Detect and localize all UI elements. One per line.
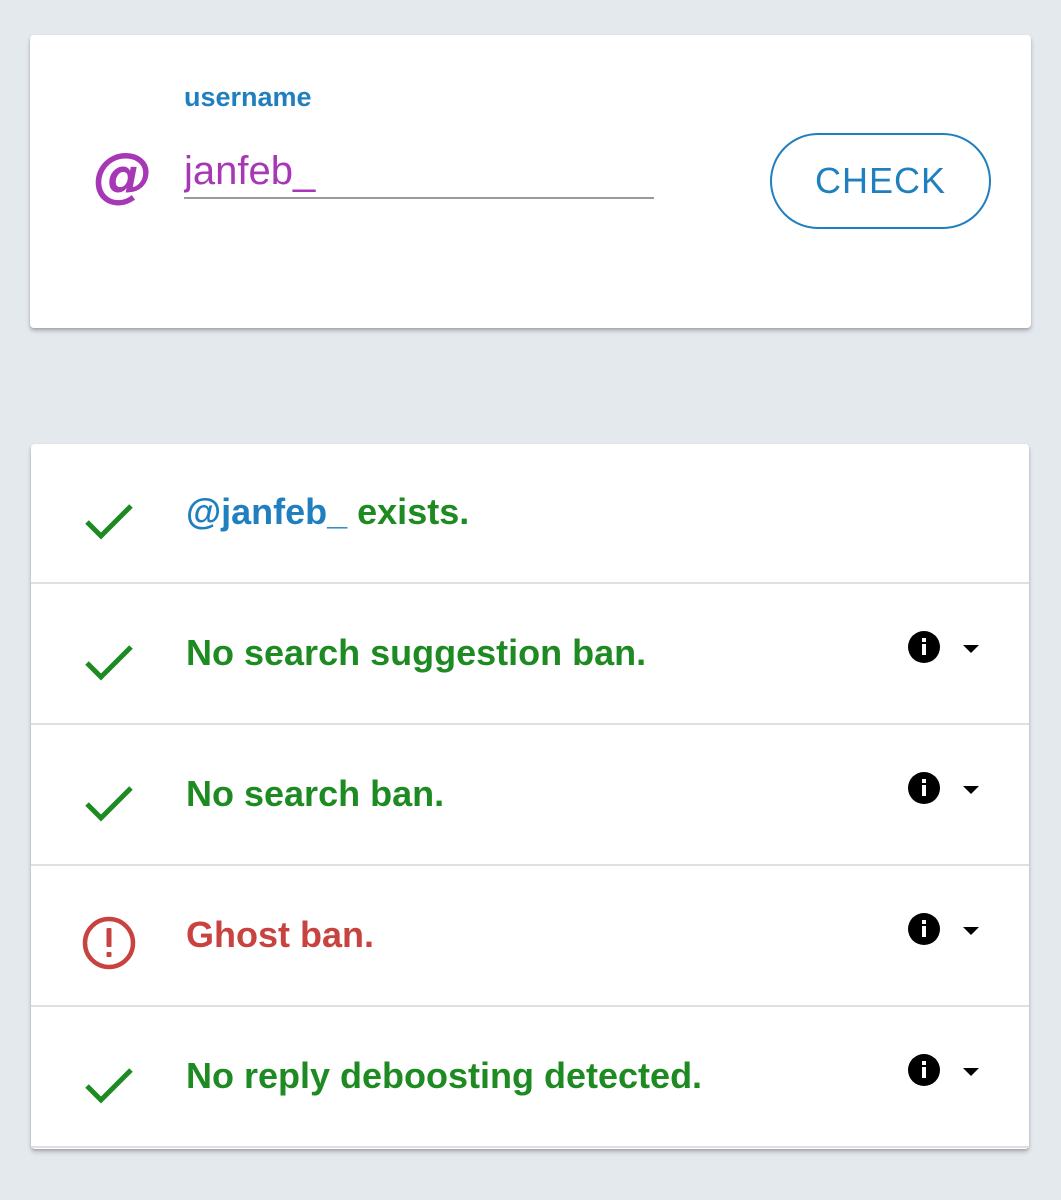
username-handle[interactable]: @janfeb_ — [186, 491, 347, 532]
username-card: @ username CHECK — [30, 35, 1031, 328]
exists-suffix: exists. — [347, 491, 470, 532]
info-icon[interactable] — [907, 630, 941, 664]
check-button[interactable]: CHECK — [770, 133, 991, 229]
check-icon — [85, 1068, 133, 1104]
result-row-exists: @janfeb_ exists. — [31, 444, 1029, 584]
ghost-ban-text: Ghost ban. — [186, 914, 374, 955]
username-label: username — [184, 82, 312, 112]
result-row-search-ban: No search ban. — [31, 726, 1029, 866]
info-icon[interactable] — [907, 771, 941, 805]
reply-deboosting-text: No reply deboosting detected. — [186, 1055, 703, 1096]
search-suggestion-ban-text: No search suggestion ban. — [186, 632, 647, 673]
chevron-down-icon[interactable] — [961, 1065, 981, 1079]
results-card: @janfeb_ exists. No search suggestion ba… — [31, 444, 1029, 1149]
chevron-down-icon[interactable] — [961, 924, 981, 938]
exists-text: @janfeb_ exists. — [186, 490, 469, 534]
alert-circle-icon — [82, 916, 136, 970]
chevron-down-icon[interactable] — [961, 642, 981, 656]
at-sign-icon: @ — [93, 140, 153, 210]
result-row-search-suggestion-ban: No search suggestion ban. — [31, 585, 1029, 725]
info-icon[interactable] — [907, 1053, 941, 1087]
info-icon[interactable] — [907, 912, 941, 946]
check-icon — [85, 645, 133, 681]
check-icon — [85, 504, 133, 540]
check-icon — [85, 786, 133, 822]
result-row-ghost-ban: Ghost ban. — [31, 867, 1029, 1007]
result-row-reply-deboosting: No reply deboosting detected. — [31, 1008, 1029, 1148]
chevron-down-icon[interactable] — [961, 783, 981, 797]
username-input[interactable] — [184, 145, 654, 199]
search-ban-text: No search ban. — [186, 773, 445, 814]
